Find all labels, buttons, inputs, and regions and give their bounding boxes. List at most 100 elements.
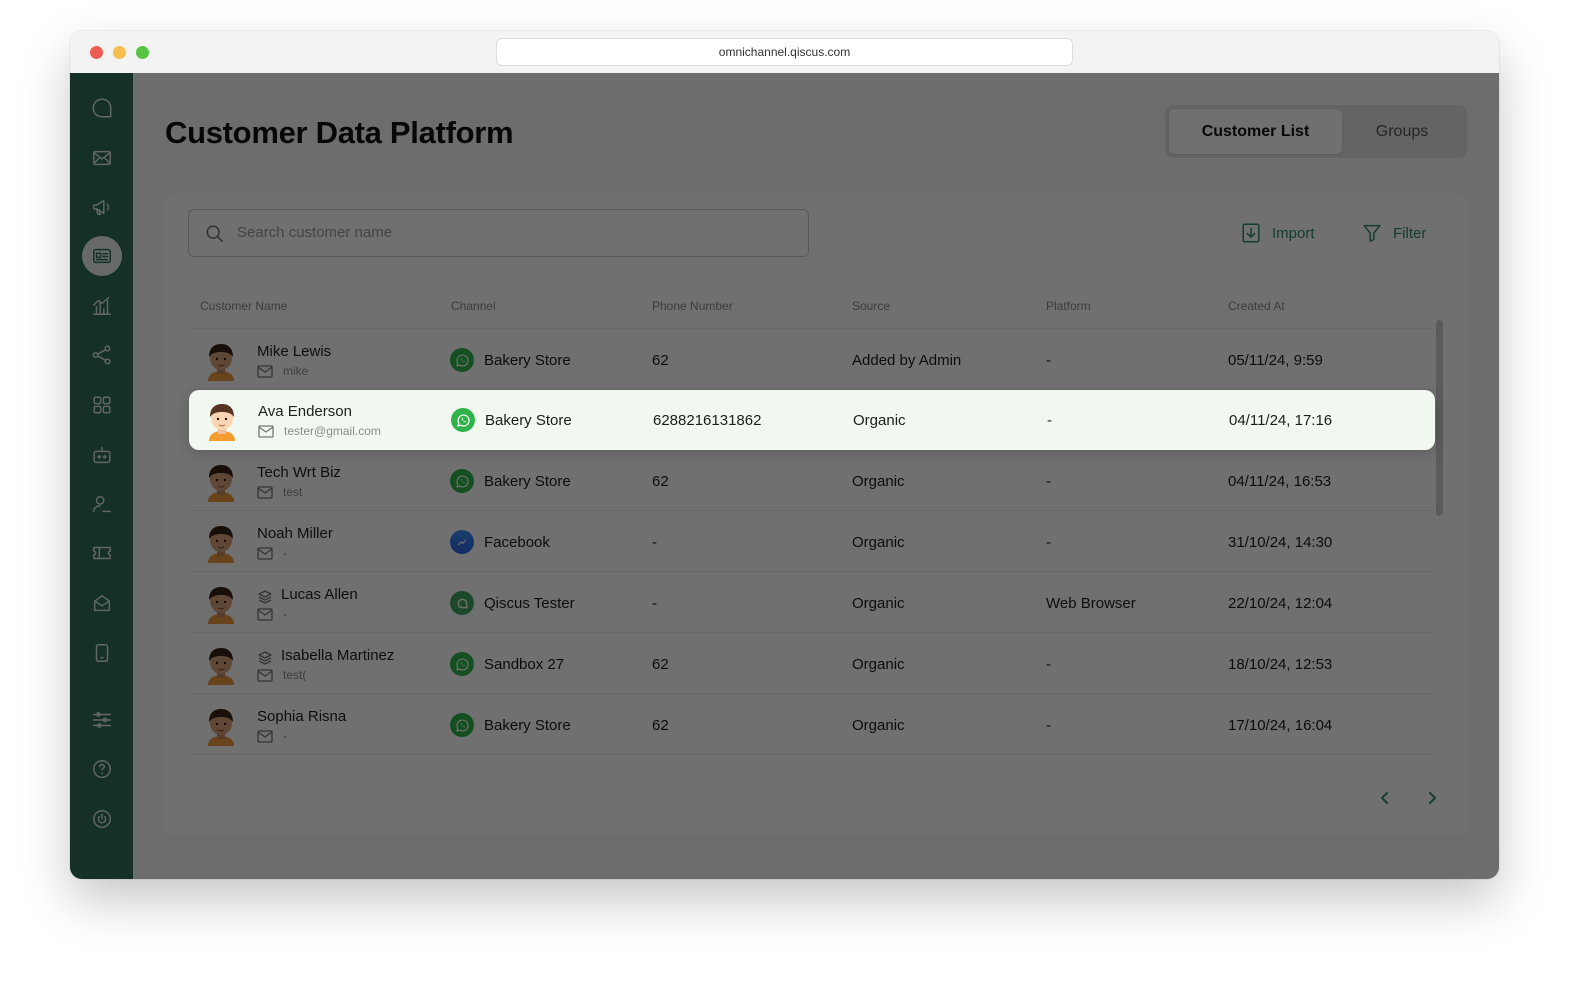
sidebar-item-mobile[interactable] xyxy=(82,633,122,673)
bar-chart-icon xyxy=(93,297,111,315)
address-bar[interactable]: omnichannel.qiscus.com xyxy=(496,38,1073,66)
search-icon xyxy=(206,225,224,243)
column-header-customer-name[interactable]: Customer Name xyxy=(200,299,287,313)
customer-table-card: Import Filter Customer Name Channel Phon… xyxy=(165,193,1467,835)
customer-email-value: test xyxy=(283,485,303,499)
maximize-window-button[interactable] xyxy=(136,46,149,59)
sidebar-item-analytics[interactable] xyxy=(82,286,122,326)
table-row[interactable]: Mike Lewis mike Bakery Store 62 Added by… xyxy=(188,330,1434,390)
platform: Web Browser xyxy=(1046,595,1136,612)
column-header-phone-number[interactable]: Phone Number xyxy=(652,299,733,313)
sidebar-item-settings[interactable] xyxy=(82,700,122,740)
whatsapp-icon xyxy=(450,469,474,493)
customer-name[interactable]: Mike Lewis xyxy=(257,343,331,360)
sidebar-item-logout[interactable] xyxy=(82,799,122,839)
apps-grid-icon xyxy=(93,396,111,414)
table-scrollbar[interactable] xyxy=(1436,320,1443,516)
channel-name: Bakery Store xyxy=(484,472,571,490)
avatar xyxy=(208,587,234,624)
customer-email-value: test( xyxy=(283,668,307,682)
avatar xyxy=(208,709,234,746)
next-page-button[interactable] xyxy=(1420,786,1444,810)
source: Organic xyxy=(852,534,905,551)
close-window-button[interactable] xyxy=(90,46,103,59)
source: Organic xyxy=(852,473,905,490)
tab-groups[interactable]: Groups xyxy=(1342,109,1462,154)
search-input[interactable] xyxy=(237,210,797,255)
sidebar-item-email-inbox[interactable] xyxy=(82,583,122,623)
mail-icon xyxy=(257,607,273,621)
mailbox-icon xyxy=(93,594,111,612)
source: Organic xyxy=(852,595,905,612)
table-row[interactable]: Tech Wrt Biz test Bakery Store 62 Organi… xyxy=(188,451,1434,511)
table-row[interactable]: Sophia Risna - Bakery Store 62 Organic -… xyxy=(188,695,1434,755)
filter-label: Filter xyxy=(1393,224,1427,242)
mail-icon xyxy=(257,485,273,499)
source: Organic xyxy=(853,412,906,429)
channel-cell: Qiscus Tester xyxy=(450,591,575,615)
column-header-created-at[interactable]: Created At xyxy=(1228,299,1285,313)
megaphone-icon xyxy=(93,199,110,216)
customer-name[interactable]: Ava Enderson xyxy=(258,403,352,420)
sidebar-item-inbox[interactable] xyxy=(82,138,122,178)
search-box xyxy=(188,209,809,257)
table-row-partial[interactable] xyxy=(188,756,1434,770)
whatsapp-icon xyxy=(450,348,474,372)
phone-number: - xyxy=(652,534,657,551)
platform: - xyxy=(1046,352,1051,369)
sidebar-item-integrations[interactable] xyxy=(82,335,122,375)
customer-name[interactable]: Sophia Risna xyxy=(257,708,346,725)
whatsapp-icon xyxy=(450,652,474,676)
created-at: 18/10/24, 12:53 xyxy=(1228,656,1333,673)
whatsapp-icon xyxy=(450,713,474,737)
sidebar-item-apps[interactable] xyxy=(82,385,122,425)
source: Organic xyxy=(852,717,905,734)
channel-name: Sandbox 27 xyxy=(484,655,565,673)
platform: - xyxy=(1046,534,1051,551)
column-header-source[interactable]: Source xyxy=(852,299,890,313)
phone-number: 62 xyxy=(652,656,669,673)
column-header-channel[interactable]: Channel xyxy=(451,299,496,313)
sliders-icon xyxy=(93,712,111,728)
avatar xyxy=(208,465,234,502)
ticket-icon xyxy=(93,546,111,560)
platform: - xyxy=(1046,473,1051,490)
avatar xyxy=(204,767,238,770)
sidebar-item-broadcast[interactable] xyxy=(82,187,122,227)
channel-cell: Bakery Store xyxy=(450,348,571,372)
mobile-phone-icon xyxy=(95,644,109,662)
source: Organic xyxy=(852,656,905,673)
platform: - xyxy=(1047,412,1052,429)
table-row[interactable]: Lucas Allen - Qiscus Tester - Organic We… xyxy=(188,573,1434,633)
previous-page-button[interactable] xyxy=(1373,786,1397,810)
customer-name[interactable]: Isabella Martinez xyxy=(281,647,394,664)
qiscus-logo-icon xyxy=(92,98,112,118)
customer-name[interactable]: Tech Wrt Biz xyxy=(257,464,341,481)
import-label: Import xyxy=(1272,224,1315,242)
table-row[interactable]: Isabella Martinez test( Sandbox 27 62 Or… xyxy=(188,634,1434,694)
sidebar-item-tickets[interactable] xyxy=(82,533,122,573)
column-header-platform[interactable]: Platform xyxy=(1046,299,1091,313)
customer-name[interactable]: Noah Miller xyxy=(257,525,333,542)
customer-name[interactable]: Lucas Allen xyxy=(281,586,358,603)
import-button[interactable]: Import xyxy=(1240,220,1315,246)
whatsapp-icon xyxy=(451,408,475,432)
avatar xyxy=(208,526,234,563)
qiscus-icon xyxy=(450,591,474,615)
highlighted-table-row[interactable]: Ava Enderson tester@gmail.com Bakery Sto… xyxy=(189,390,1435,450)
tab-customer-list[interactable]: Customer List xyxy=(1169,109,1342,154)
filter-button[interactable]: Filter xyxy=(1361,220,1426,246)
mail-icon xyxy=(257,364,273,378)
created-at: 22/10/24, 12:04 xyxy=(1228,595,1333,612)
sidebar-item-customers[interactable] xyxy=(82,236,122,276)
table-row[interactable]: Noah Miller - Facebook - Organic - 31/10… xyxy=(188,512,1434,572)
phone-number: 62 xyxy=(652,352,669,369)
sidebar-item-agents[interactable] xyxy=(82,484,122,524)
minimize-window-button[interactable] xyxy=(113,46,126,59)
share-nodes-icon xyxy=(92,345,111,365)
sidebar-item-help[interactable] xyxy=(82,749,122,789)
sidebar-item-bot[interactable] xyxy=(82,435,122,475)
sidebar-logo-icon[interactable] xyxy=(82,88,122,128)
import-icon xyxy=(1242,223,1260,243)
browser-titlebar: omnichannel.qiscus.com xyxy=(70,31,1499,73)
